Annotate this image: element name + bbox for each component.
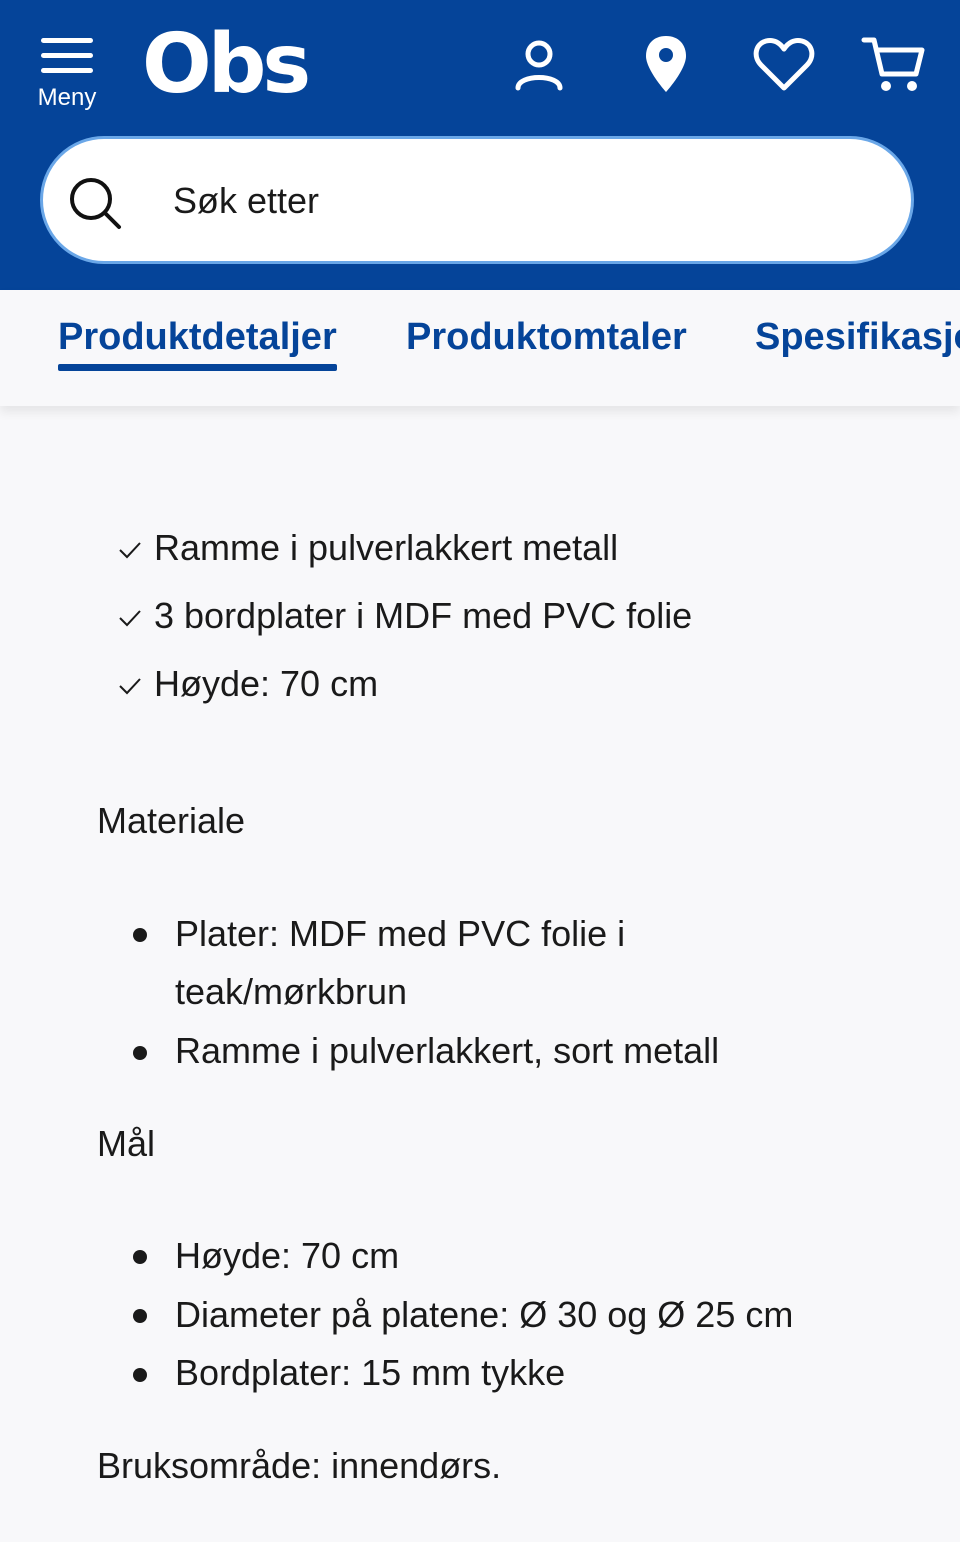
favorites-button[interactable] bbox=[749, 30, 819, 100]
location-pin-icon bbox=[646, 36, 686, 92]
menu-label: Meny bbox=[37, 84, 97, 111]
store-locator-button[interactable] bbox=[631, 30, 701, 100]
product-details-content: Ramme i pulverlakkert metall 3 bordplate… bbox=[0, 406, 960, 1542]
cart-button[interactable] bbox=[860, 30, 930, 100]
menu-button[interactable]: Meny bbox=[30, 30, 104, 114]
material-item: Plater: MDF med PVC folie i bbox=[175, 913, 626, 954]
material-heading: Materiale bbox=[97, 800, 246, 841]
dimension-item: Høyde: 70 cm bbox=[175, 1235, 400, 1276]
feature-item: Ramme i pulverlakkert metall bbox=[154, 527, 619, 568]
check-icon bbox=[119, 610, 141, 627]
bullet bbox=[133, 1250, 147, 1264]
bullet bbox=[133, 1368, 147, 1382]
check-icon bbox=[119, 678, 141, 695]
search-bar[interactable] bbox=[40, 136, 914, 264]
cart-icon bbox=[861, 37, 925, 91]
account-button[interactable] bbox=[504, 30, 574, 100]
obs-logo[interactable]: Obs bbox=[142, 20, 311, 110]
dimension-item: Bordplater: 15 mm tykke bbox=[175, 1352, 566, 1393]
material-item-continued: teak/mørkbrun bbox=[175, 971, 408, 1012]
product-tabs: Produktdetaljer Produktomtaler Spesifika… bbox=[0, 290, 960, 406]
bullet bbox=[133, 1309, 147, 1323]
search-input[interactable] bbox=[171, 167, 875, 235]
menu-icon bbox=[41, 38, 93, 74]
tab-specifications[interactable]: Spesifikasjoner bbox=[755, 314, 960, 360]
material-item: Ramme i pulverlakkert, sort metall bbox=[175, 1030, 720, 1071]
search-icon bbox=[70, 178, 121, 229]
bullet bbox=[133, 928, 147, 942]
bullet bbox=[133, 1046, 147, 1060]
dimensions-heading: Mål bbox=[97, 1123, 156, 1164]
feature-item: Høyde: 70 cm bbox=[154, 663, 379, 704]
check-icon bbox=[119, 542, 141, 559]
heart-icon bbox=[753, 38, 815, 91]
tab-product-details[interactable]: Produktdetaljer bbox=[58, 314, 337, 371]
tab-product-reviews[interactable]: Produktomtaler bbox=[406, 314, 687, 360]
dimension-item: Diameter på platene: Ø 30 og Ø 25 cm bbox=[175, 1294, 794, 1335]
app-header: Meny Obs bbox=[0, 0, 960, 290]
usage-text: Bruksområde: innendørs. bbox=[97, 1445, 502, 1486]
user-icon bbox=[515, 40, 563, 91]
feature-item: 3 bordplater i MDF med PVC folie bbox=[154, 595, 693, 636]
